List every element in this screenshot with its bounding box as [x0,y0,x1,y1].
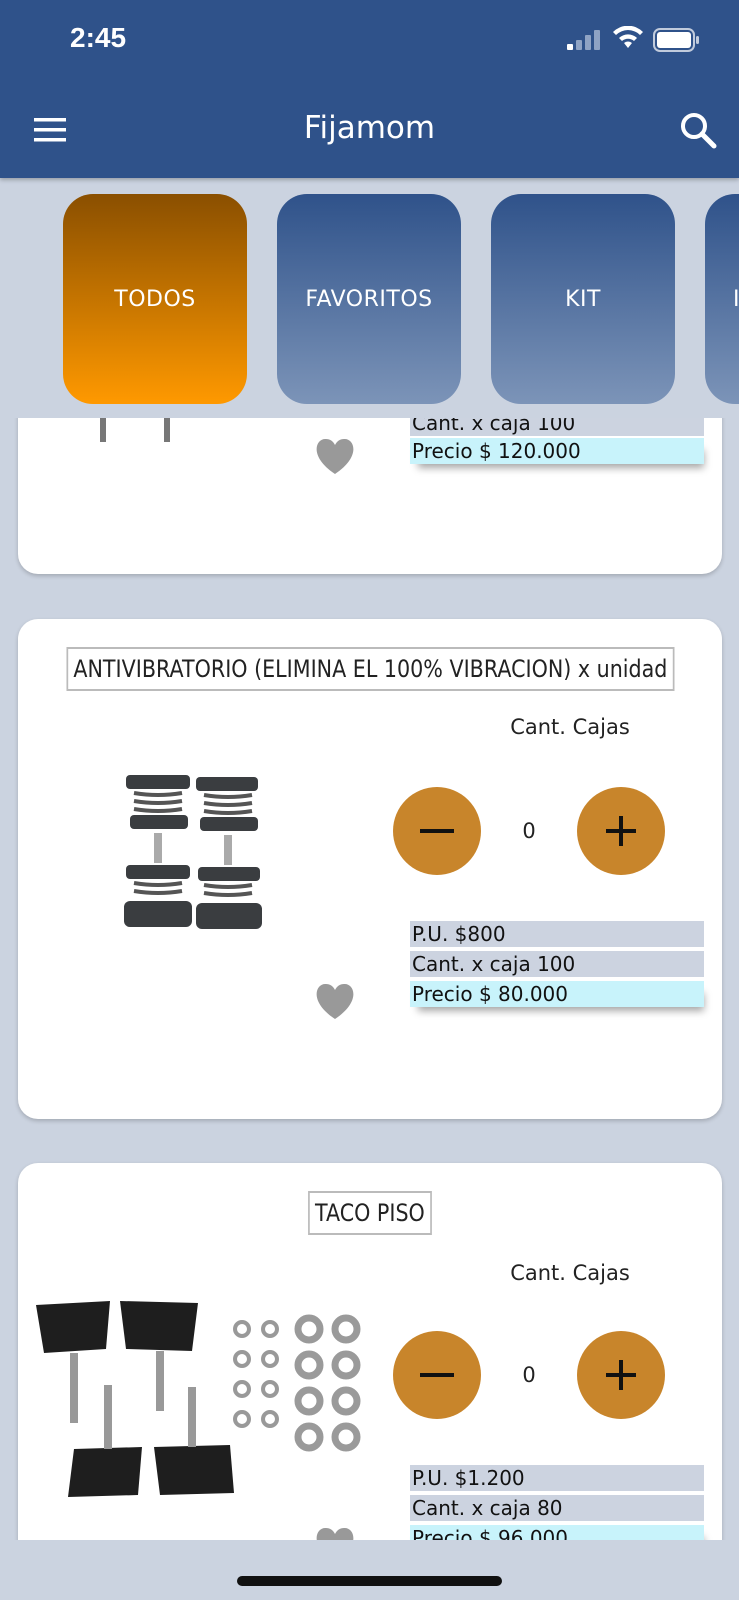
app-header: 2:45 Fijamom [0,0,739,178]
tab-favoritos[interactable]: FAVORITOS [277,194,461,404]
total-price: Precio $ 120.000 [410,438,704,464]
tab-partial[interactable]: I [705,194,739,404]
box-quantity: Cant. x caja 100 [410,951,704,977]
plus-icon [606,1360,636,1390]
minus-icon [420,1373,454,1377]
quantity-value: 0 [522,819,536,843]
search-icon[interactable] [678,110,718,150]
product-title: ANTIVIBRATORIO (ELIMINA EL 100% VIBRACIO… [66,647,674,691]
favorite-heart-icon[interactable] [314,983,356,1021]
home-indicator[interactable] [237,1576,502,1586]
bottom-safe-area [0,1540,739,1600]
unit-price: P.U. $800 [410,921,704,947]
quantity-value: 0 [522,1363,536,1387]
increment-button[interactable] [577,787,665,875]
battery-icon [653,28,699,52]
product-title: TACO PISO [308,1191,432,1235]
favorite-heart-icon[interactable] [314,438,356,476]
plus-icon [606,816,636,846]
wifi-icon [613,26,643,48]
box-quantity: Cant. x caja 80 [410,1495,704,1521]
category-tabs: TODOS FAVORITOS KIT I [0,178,739,418]
decrement-button[interactable] [393,1331,481,1419]
product-card: ANTIVIBRATORIO (ELIMINA EL 100% VIBRACIO… [18,619,722,1119]
product-image [124,775,262,929]
quantity-label: Cant. Cajas [510,1261,630,1285]
status-time: 2:45 [70,22,127,53]
tab-kit[interactable]: KIT [491,194,675,404]
unit-price: P.U. $1.200 [410,1465,704,1491]
quantity-label: Cant. Cajas [510,715,630,739]
cellular-signal-icon [567,30,600,50]
increment-button[interactable] [577,1331,665,1419]
product-image [36,1301,361,1497]
product-card: TACO PISO Cant. Cajas 0 P.U. $1.200 Cant… [18,1163,722,1583]
minus-icon [420,829,454,833]
total-price: Precio $ 80.000 [410,981,704,1007]
app-title: Fijamom [303,110,436,146]
tab-todos[interactable]: TODOS [63,194,247,404]
decrement-button[interactable] [393,787,481,875]
